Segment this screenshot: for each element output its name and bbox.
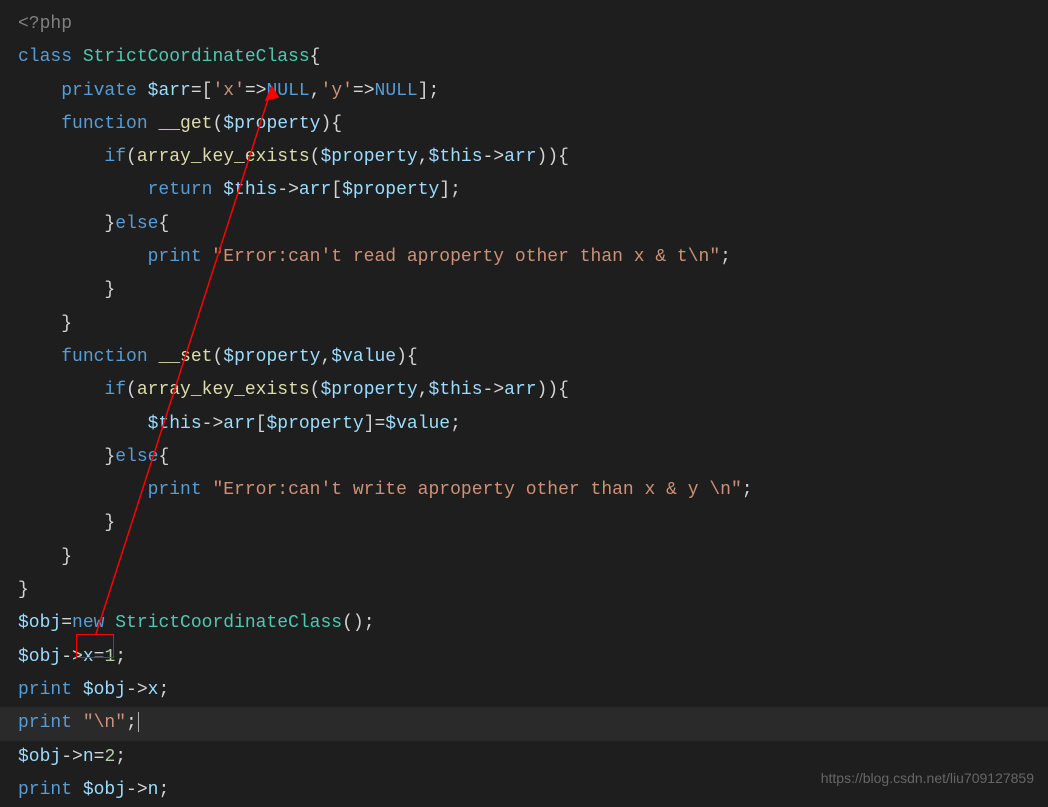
code-line: class StrictCoordinateClass{ (18, 41, 1030, 74)
code-line: function __set($property,$value){ (18, 341, 1030, 374)
code-line: $obj=new StrictCoordinateClass(); (18, 607, 1030, 640)
code-line: } (18, 507, 1030, 540)
code-line: }else{ (18, 208, 1030, 241)
code-line: if(array_key_exists($property,$this->arr… (18, 141, 1030, 174)
code-line: print "Error:can't write aproperty other… (18, 474, 1030, 507)
code-line: $this->arr[$property]=$value; (18, 408, 1030, 441)
code-line: } (18, 308, 1030, 341)
code-line: }else{ (18, 441, 1030, 474)
code-line-current: print "\n"; (0, 707, 1048, 740)
code-line: } (18, 274, 1030, 307)
code-line: $obj->x=1; (18, 641, 1030, 674)
code-line: private $arr=['x'=>NULL,'y'=>NULL]; (18, 75, 1030, 108)
text-cursor (138, 712, 139, 732)
php-open-tag: <?php (18, 14, 72, 34)
watermark: https://blog.csdn.net/liu709127859 (821, 766, 1034, 792)
code-line: } (18, 541, 1030, 574)
code-line: <?php (18, 8, 1030, 41)
code-line: print "Error:can't read aproperty other … (18, 241, 1030, 274)
code-line: function __get($property){ (18, 108, 1030, 141)
code-editor[interactable]: <?php class StrictCoordinateClass{ priva… (18, 8, 1030, 807)
code-line: } (18, 574, 1030, 607)
code-line: return $this->arr[$property]; (18, 174, 1030, 207)
code-line: print $obj->x; (18, 674, 1030, 707)
code-line: if(array_key_exists($property,$this->arr… (18, 374, 1030, 407)
